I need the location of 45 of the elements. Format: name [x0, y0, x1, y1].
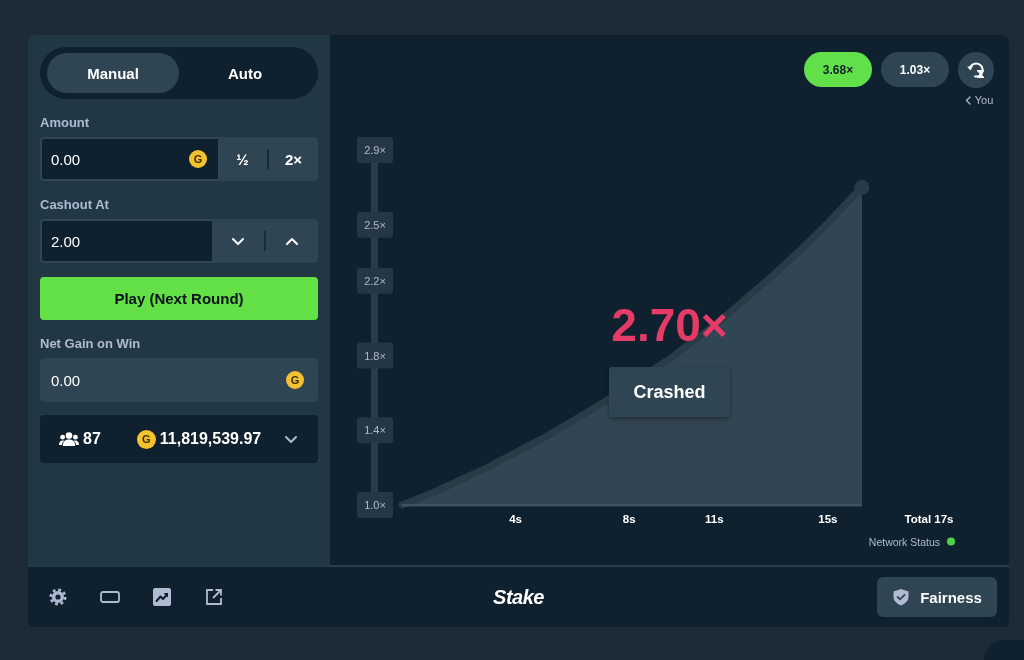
- x-tick-label: 8s: [622, 513, 636, 525]
- y-tick-label: 1.4×: [364, 424, 386, 437]
- double-button[interactable]: 2×: [269, 137, 318, 181]
- history-caption: You: [974, 93, 994, 107]
- history-button[interactable]: [958, 52, 994, 88]
- x-tick-label: 4s: [509, 513, 522, 525]
- y-tick-label: 2.9×: [364, 144, 386, 156]
- chevron-left-icon: [964, 95, 971, 105]
- history-icon: [966, 60, 986, 80]
- y-tick-label: 2.2×: [364, 274, 386, 287]
- mode-tab[interactable]: Manual: [47, 53, 179, 93]
- field-label: Cashout At: [40, 198, 110, 212]
- cashout-field[interactable]: 2.00: [40, 219, 212, 263]
- field-label: Amount: [40, 116, 91, 130]
- multiplier-pill[interactable]: 1.03×: [881, 52, 949, 87]
- shield-check-icon: [892, 587, 911, 607]
- brand-logo: Stake: [493, 585, 544, 609]
- total-time-label: Total 17s: [904, 513, 954, 525]
- y-tick-label: 2.5×: [357, 211, 393, 238]
- network-status-label: Network Status: [868, 536, 940, 548]
- x-tick-label: 15s: [818, 513, 838, 525]
- y-tick-label: 1.8×: [364, 349, 386, 362]
- mode-tab[interactable]: Auto: [179, 53, 311, 93]
- crash-multiplier: 2.70×: [611, 301, 728, 349]
- external-link-icon[interactable]: [204, 587, 224, 607]
- half-button[interactable]: ½: [218, 137, 267, 181]
- y-tick-label: 1.0×: [357, 492, 393, 518]
- y-tick-label: 1.8×: [357, 342, 393, 369]
- multiplier-pill[interactable]: 3.68×: [804, 52, 872, 87]
- y-tick-label: 2.2×: [357, 267, 393, 294]
- coin-icon: G: [136, 429, 156, 449]
- play-button[interactable]: Play (Next Round): [40, 277, 318, 320]
- users-icon: [59, 432, 79, 446]
- trend-chart-icon[interactable]: [152, 587, 172, 607]
- y-tick-label: 2.9×: [357, 137, 393, 163]
- player-count: 87: [83, 430, 101, 448]
- crash-status-banner: Crashed: [609, 367, 730, 417]
- y-tick-label: 1.4×: [357, 417, 393, 444]
- y-tick-label: 1.0×: [364, 499, 386, 511]
- total-amount: 11,819,539.97: [159, 430, 262, 448]
- gear-icon[interactable]: [48, 587, 68, 607]
- x-tick-label: 11s: [705, 513, 724, 525]
- field-label: Net Gain on Win: [40, 337, 142, 351]
- fairness-button[interactable]: Fairness: [877, 577, 997, 617]
- y-tick-label: 2.5×: [364, 218, 386, 231]
